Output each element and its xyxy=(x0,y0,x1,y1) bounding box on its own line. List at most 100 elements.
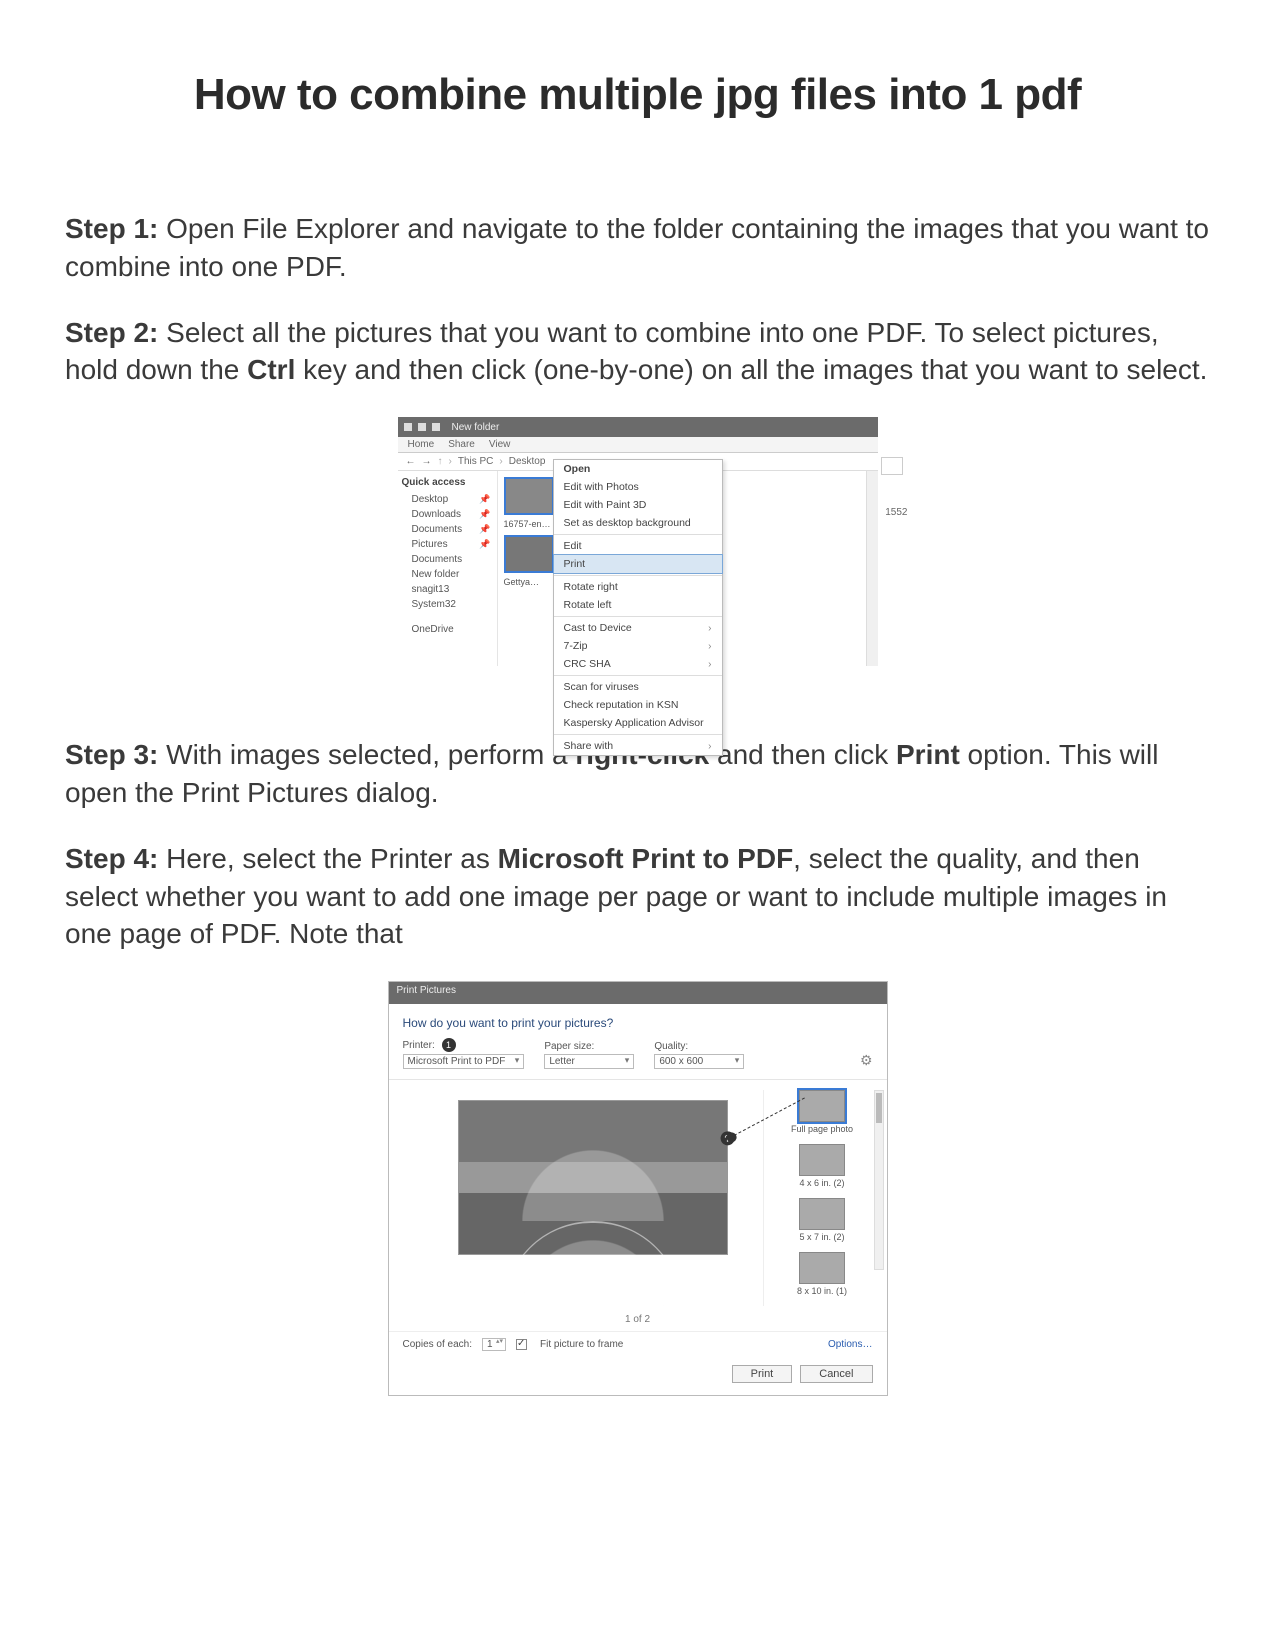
layout-panel: Full page photo 4 x 6 in. (2) 5 x 7 in. … xyxy=(763,1090,873,1306)
explorer-titlebar: New folder xyxy=(398,417,878,437)
copies-label: Copies of each: xyxy=(403,1339,473,1350)
paper-select[interactable]: Letter xyxy=(544,1054,634,1069)
window-icon xyxy=(404,423,412,431)
print-preview xyxy=(433,1090,753,1306)
print-titlebar: Print Pictures xyxy=(389,982,887,1004)
layout-4x6[interactable]: 4 x 6 in. (2) xyxy=(772,1144,873,1188)
ctx-set-bg[interactable]: Set as desktop background xyxy=(554,514,722,532)
options-link[interactable]: Options… xyxy=(828,1339,872,1350)
ctx-share[interactable]: Share with› xyxy=(554,737,722,755)
up-icon[interactable]: ↑ xyxy=(438,456,443,467)
ctx-kav[interactable]: Kaspersky Application Advisor xyxy=(554,714,722,732)
paper-field: Paper size: Letter xyxy=(544,1041,634,1069)
step-2-ctrl: Ctrl xyxy=(247,354,295,385)
ctx-scan[interactable]: Scan for viruses xyxy=(554,678,722,696)
quality-field: Quality: 600 x 600 xyxy=(654,1041,744,1069)
nav-system32[interactable]: System32 xyxy=(402,597,493,612)
layout-8x10[interactable]: 8 x 10 in. (1) xyxy=(772,1252,873,1296)
ctx-rotate-left[interactable]: Rotate left xyxy=(554,596,722,614)
pin-icon: 📌 xyxy=(479,509,490,520)
page-title: How to combine multiple jpg files into 1… xyxy=(65,70,1210,120)
explorer-window-title: New folder xyxy=(452,422,500,433)
ctx-crc[interactable]: CRC SHA› xyxy=(554,655,722,673)
nav-documents2[interactable]: Documents xyxy=(402,552,493,567)
cancel-button[interactable]: Cancel xyxy=(800,1365,872,1383)
step-4-msprint: Microsoft Print to PDF xyxy=(498,843,794,874)
ribbon-view[interactable]: View xyxy=(489,439,511,450)
layout-full[interactable]: Full page photo xyxy=(772,1090,873,1134)
step-3-text-b: and then click xyxy=(709,739,896,770)
explorer-nav: Quick access Desktop📌 Downloads📌 Documen… xyxy=(398,471,498,666)
nav-downloads[interactable]: Downloads📌 xyxy=(402,507,493,522)
scrollbar[interactable] xyxy=(866,471,878,666)
fit-checkbox[interactable] xyxy=(516,1339,527,1350)
chevron-right-icon: › xyxy=(708,741,711,752)
page-counter: 1 of 2 xyxy=(389,1312,887,1331)
chevron-right-icon: › xyxy=(708,641,711,652)
step-2: Step 2: Select all the pictures that you… xyxy=(65,314,1210,390)
window-icon xyxy=(432,423,440,431)
layout-5x7[interactable]: 5 x 7 in. (2) xyxy=(772,1198,873,1242)
nav-newfolder[interactable]: New folder xyxy=(402,567,493,582)
step-1-text: Open File Explorer and navigate to the f… xyxy=(65,213,1209,282)
step-2-label: Step 2: xyxy=(65,317,158,348)
fit-label: Fit picture to frame xyxy=(540,1339,623,1350)
quality-label: Quality: xyxy=(654,1041,744,1052)
printer-label: Printer: xyxy=(403,1040,435,1051)
layout-scrollbar[interactable] xyxy=(874,1090,884,1270)
nav-onedrive[interactable]: OneDrive xyxy=(402,622,493,637)
fwd-icon[interactable]: → xyxy=(422,456,432,467)
explorer-ribbon: Home Share View xyxy=(398,437,878,453)
ctx-edit-photos[interactable]: Edit with Photos xyxy=(554,478,722,496)
crumb-thispc[interactable]: This PC xyxy=(458,456,494,467)
stray-text: 1552 xyxy=(885,507,907,518)
ctx-cast[interactable]: Cast to Device› xyxy=(554,619,722,637)
step-4: Step 4: Here, select the Printer as Micr… xyxy=(65,840,1210,953)
paper-label: Paper size: xyxy=(544,1041,634,1052)
chevron-right-icon: › xyxy=(708,623,711,634)
ctx-edit-paint3d[interactable]: Edit with Paint 3D xyxy=(554,496,722,514)
step-1: Step 1: Open File Explorer and navigate … xyxy=(65,210,1210,286)
preview-image xyxy=(458,1100,728,1255)
quality-select[interactable]: 600 x 600 xyxy=(654,1054,744,1069)
image-thumb-1[interactable] xyxy=(504,477,554,515)
nav-pictures[interactable]: Pictures📌 xyxy=(402,537,493,552)
ctx-open[interactable]: Open xyxy=(554,460,722,478)
pin-icon: 📌 xyxy=(479,539,490,550)
ctx-print[interactable]: Print xyxy=(554,555,722,573)
nav-documents[interactable]: Documents📌 xyxy=(402,522,493,537)
ribbon-home[interactable]: Home xyxy=(408,439,435,450)
printer-field: Printer: 1 Microsoft Print to PDF xyxy=(403,1038,525,1069)
callout-1: 1 xyxy=(442,1038,456,1052)
search-input[interactable] xyxy=(881,457,903,475)
nav-desktop[interactable]: Desktop📌 xyxy=(402,492,493,507)
crumb-desktop[interactable]: Desktop xyxy=(509,456,546,467)
step-4-text-a: Here, select the Printer as xyxy=(158,843,497,874)
printer-select[interactable]: Microsoft Print to PDF xyxy=(403,1054,525,1069)
pin-icon: 📌 xyxy=(479,524,490,535)
print-prompt: How do you want to print your pictures? xyxy=(389,1004,887,1038)
pin-icon: 📌 xyxy=(479,494,490,505)
ribbon-share[interactable]: Share xyxy=(448,439,475,450)
step-3-print: Print xyxy=(896,739,960,770)
step-2-text-b: key and then click (one-by-one) on all t… xyxy=(295,354,1207,385)
ctx-rotate-right[interactable]: Rotate right xyxy=(554,578,722,596)
back-icon[interactable]: ← xyxy=(406,456,416,467)
step-3-label: Step 3: xyxy=(65,739,158,770)
print-button[interactable]: Print xyxy=(732,1365,793,1383)
explorer-screenshot: New folder Home Share View ← → ↑ › This … xyxy=(398,417,878,666)
print-dialog-screenshot: Print Pictures How do you want to print … xyxy=(388,981,888,1396)
chevron-right-icon: › xyxy=(708,659,711,670)
step-4-label: Step 4: xyxy=(65,843,158,874)
nav-quick-access[interactable]: Quick access xyxy=(402,477,493,488)
image-thumb-2[interactable] xyxy=(504,535,554,573)
ctx-7zip[interactable]: 7-Zip› xyxy=(554,637,722,655)
nav-snagit[interactable]: snagit13 xyxy=(402,582,493,597)
ctx-ksn[interactable]: Check reputation in KSN xyxy=(554,696,722,714)
context-menu: Open Edit with Photos Edit with Paint 3D… xyxy=(553,459,723,756)
ctx-edit[interactable]: Edit xyxy=(554,537,722,555)
step-3-text-a: With images selected, perform a xyxy=(158,739,575,770)
gear-icon[interactable]: ⚙ xyxy=(860,1052,873,1069)
copies-stepper[interactable]: 1 xyxy=(482,1338,506,1351)
step-1-label: Step 1: xyxy=(65,213,158,244)
